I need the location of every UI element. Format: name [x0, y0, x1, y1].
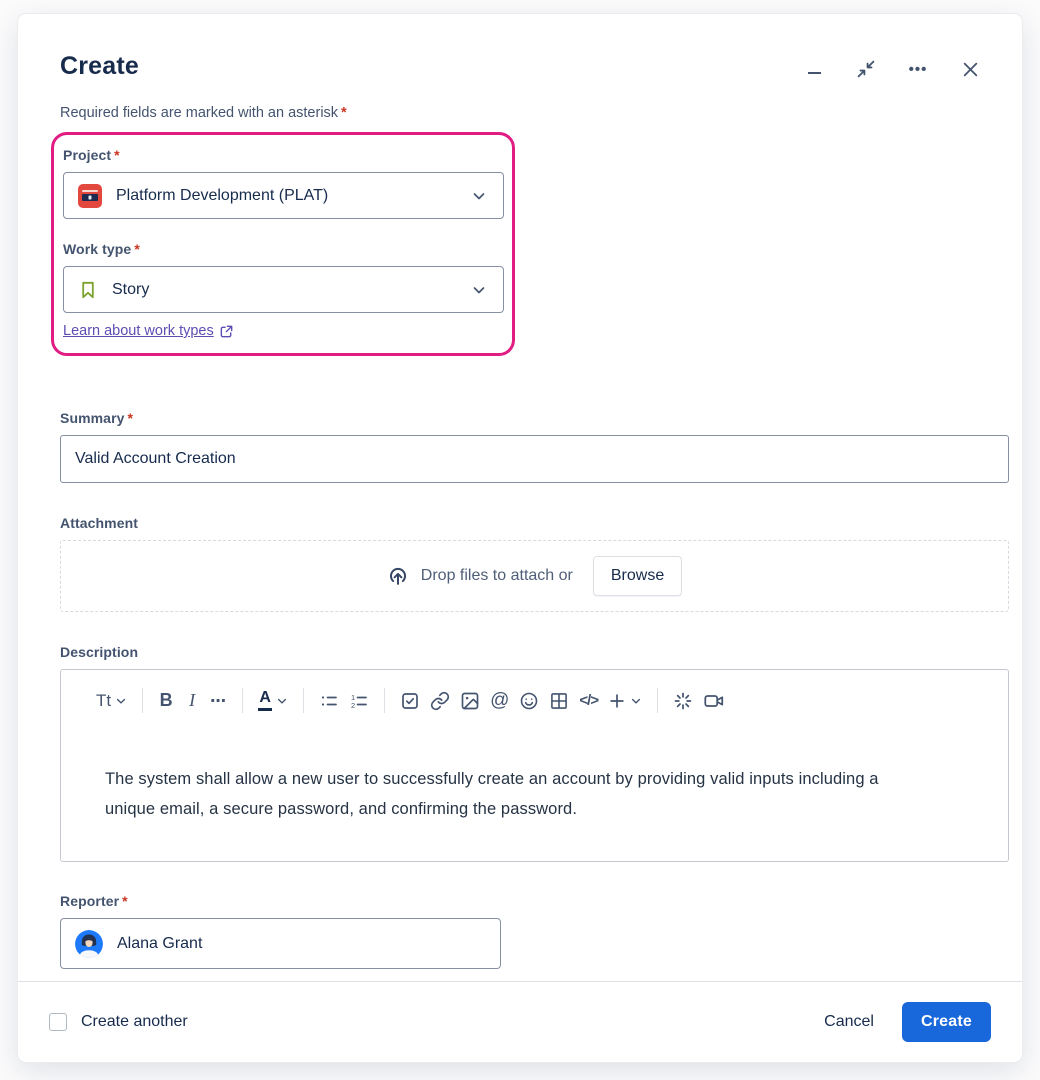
asterisk: * [128, 410, 134, 426]
dialog-header: Create ••• [49, 48, 991, 81]
browse-button[interactable]: Browse [593, 556, 682, 596]
description-text: The system shall allow a new user to suc… [105, 764, 925, 824]
attachment-dropzone[interactable]: Drop files to attach or Browse [60, 540, 1009, 612]
image-icon[interactable] [455, 685, 485, 717]
asterisk: * [341, 105, 347, 121]
description-editor-area[interactable]: The system shall allow a new user to suc… [61, 731, 1008, 861]
create-another-label: Create another [81, 1013, 188, 1031]
video-icon[interactable] [698, 685, 730, 717]
summary-input[interactable] [60, 435, 1009, 483]
table-icon[interactable] [544, 685, 574, 717]
more-actions-icon[interactable]: ••• [907, 58, 929, 80]
window-controls: ••• [803, 58, 981, 80]
text-styles-button[interactable]: Tt [91, 685, 132, 717]
chevron-down-icon [471, 188, 487, 204]
mention-button[interactable]: @ [485, 685, 514, 717]
rich-text-editor: Tt B I ⋯ A [60, 669, 1009, 862]
reporter-select[interactable]: Alana Grant [60, 918, 501, 969]
cancel-button[interactable]: Cancel [810, 1005, 888, 1039]
dropzone-text: Drop files to attach or [421, 567, 573, 585]
task-checkbox-icon[interactable] [395, 685, 425, 717]
project-value: Platform Development (PLAT) [116, 187, 471, 205]
create-issue-dialog: Create ••• Required fields a [18, 14, 1022, 1062]
upload-icon [387, 565, 409, 587]
reporter-avatar [75, 930, 103, 958]
required-fields-note: Required fields are marked with an aster… [60, 105, 991, 121]
dialog-title: Create [60, 52, 139, 81]
bold-button[interactable]: B [153, 685, 179, 717]
attachment-label: Attachment [60, 515, 991, 531]
dialog-footer: Create another Cancel Create [18, 981, 1022, 1062]
work-type-select[interactable]: Story [63, 266, 504, 313]
text-color-button[interactable]: A [253, 685, 293, 717]
code-button[interactable]: </> [574, 685, 603, 717]
collapse-icon[interactable] [855, 58, 877, 80]
project-label: Project* [63, 147, 498, 163]
summary-label: Summary* [60, 410, 991, 426]
story-bookmark-icon [78, 280, 98, 300]
reporter-label: Reporter* [60, 893, 991, 909]
reporter-value: Alana Grant [117, 935, 484, 953]
summary-field: Summary* [60, 410, 991, 483]
bullet-list-icon[interactable] [314, 685, 344, 717]
project-avatar-icon [78, 184, 102, 208]
asterisk: * [134, 241, 140, 257]
chevron-down-icon [630, 695, 642, 707]
description-label: Description [60, 644, 991, 660]
close-icon[interactable] [959, 58, 981, 80]
ai-sparkle-icon[interactable] [668, 685, 698, 717]
chevron-down-icon [471, 282, 487, 298]
svg-text:2: 2 [351, 701, 355, 710]
chevron-down-icon [115, 695, 127, 707]
project-select[interactable]: Platform Development (PLAT) [63, 172, 504, 219]
project-field: Project* Platform Development (PLAT) [63, 147, 498, 219]
numbered-list-icon[interactable]: 1 2 [344, 685, 374, 717]
asterisk: * [122, 893, 128, 909]
description-field: Description Tt B I ⋯ A [60, 644, 991, 862]
work-type-label: Work type* [63, 241, 498, 257]
learn-about-work-types-link[interactable]: Learn about work types [63, 323, 234, 339]
attachment-field: Attachment Drop files to attach or Brows… [60, 515, 991, 612]
link-icon[interactable] [425, 685, 455, 717]
italic-button[interactable]: I [179, 685, 205, 717]
annotation-highlight-box: Project* Platform Development (PLAT) [51, 132, 515, 356]
create-another-checkbox[interactable] [49, 1013, 67, 1031]
editor-toolbar: Tt B I ⋯ A [61, 670, 1008, 731]
external-link-icon [219, 324, 234, 339]
work-type-field: Work type* Story Learn about work types [63, 241, 498, 340]
chevron-down-icon [276, 695, 288, 707]
create-button[interactable]: Create [902, 1002, 991, 1042]
work-type-value: Story [112, 281, 471, 299]
emoji-icon[interactable] [514, 685, 544, 717]
more-formatting-button[interactable]: ⋯ [205, 685, 232, 717]
minimize-icon[interactable] [803, 58, 825, 80]
reporter-field: Reporter* Alana Grant [60, 893, 991, 969]
insert-plus-button[interactable] [603, 685, 647, 717]
asterisk: * [114, 147, 120, 163]
